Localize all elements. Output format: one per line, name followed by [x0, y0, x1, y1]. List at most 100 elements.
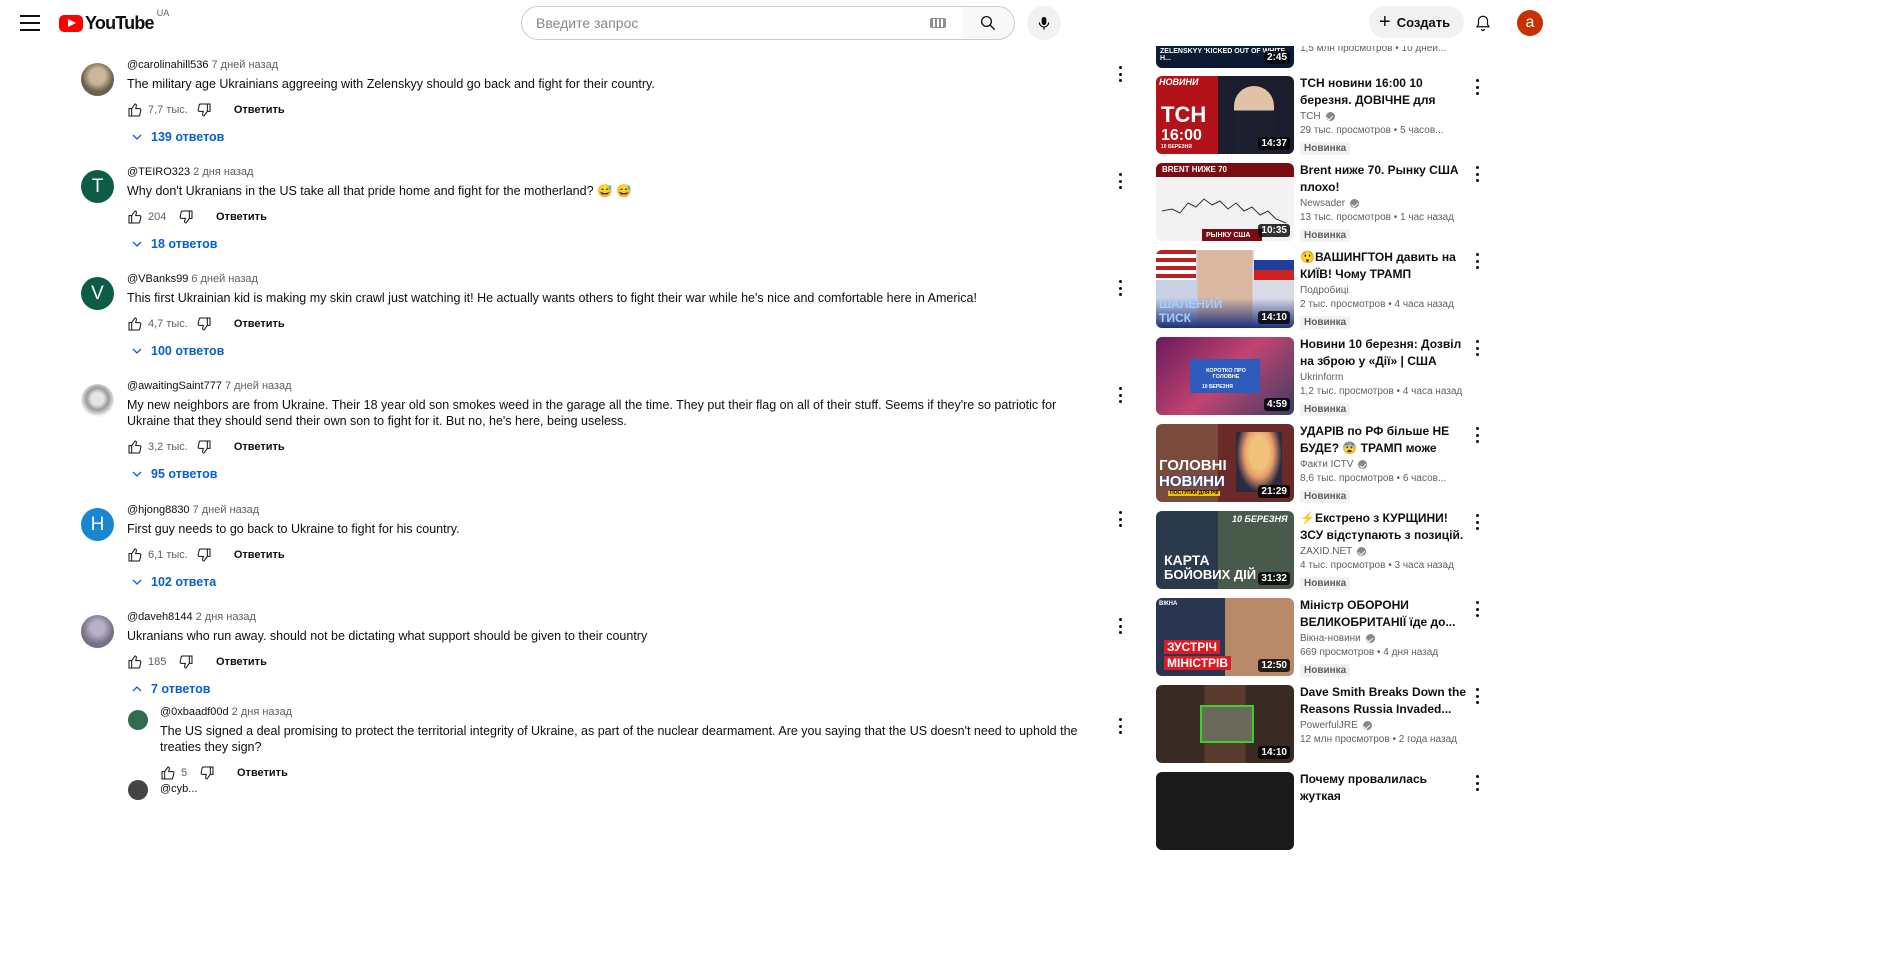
dislike-icon[interactable]	[178, 654, 194, 670]
comment-author[interactable]: @hjong8830	[127, 504, 190, 516]
comment-time[interactable]: 6 дней назад	[191, 273, 258, 285]
video-thumbnail[interactable]: 14:10	[1156, 685, 1294, 763]
related-video[interactable]: BRENT НИЖЕ 70 РЫНКУ США 10:35 Brent ниже…	[1156, 163, 1486, 243]
avatar[interactable]: H	[81, 508, 114, 541]
video-thumbnail[interactable]: BRENT НИЖЕ 70 РЫНКУ США 10:35	[1156, 163, 1294, 241]
video-title[interactable]: УДАРІВ по РФ більше НЕ БУДЕ? 😨 ТРАМП мож…	[1300, 423, 1470, 456]
video-thumbnail[interactable]: ВІКНА ЗУСТРІЧ МІНІСТРІВ 12:50	[1156, 598, 1294, 676]
related-video[interactable]: 10 БЕРЕЗНЯ КАРТА БОЙОВИХ ДІЙ 31:32 ⚡Екст…	[1156, 511, 1486, 591]
channel-name[interactable]: Подробиці	[1300, 284, 1349, 297]
search-input[interactable]	[536, 15, 930, 31]
channel-name[interactable]: ТСН	[1300, 110, 1321, 123]
avatar[interactable]: T	[81, 170, 114, 203]
more-actions-icon[interactable]	[1474, 427, 1480, 443]
avatar[interactable]	[81, 63, 114, 96]
related-video[interactable]: 14:10 Dave Smith Breaks Down the Reasons…	[1156, 685, 1486, 765]
related-video[interactable]: КОРОТКО ПРО ГОЛОВНЕ 10 БЕРЕЗНЯ 4:59 Нови…	[1156, 337, 1486, 417]
related-video[interactable]: Почему провалилась жуткая	[1156, 772, 1486, 852]
comment-author[interactable]: @daveh8144	[127, 611, 193, 623]
comment-time[interactable]: 7 дней назад	[193, 504, 260, 516]
video-thumbnail[interactable]: ГОЛОВНІ НОВИНИ ПОСТУПКИ ДЛЯ РФ 21:29	[1156, 424, 1294, 502]
notifications-button[interactable]	[1469, 9, 1497, 37]
video-title[interactable]: Новини 10 березня: Дозвіл на зброю у «Ді…	[1300, 336, 1470, 369]
video-title[interactable]: 😲ВАШИНГТОН давить на КИЇВ! Чому ТРАМП на…	[1300, 249, 1470, 282]
video-thumbnail[interactable]: 10 БЕРЕЗНЯ КАРТА БОЙОВИХ ДІЙ 31:32	[1156, 511, 1294, 589]
more-actions-icon[interactable]	[1117, 280, 1123, 296]
channel-name[interactable]: Ukrinform	[1300, 371, 1343, 384]
account-avatar[interactable]: a	[1517, 10, 1543, 36]
channel-name[interactable]: PowerfulJRE	[1300, 719, 1358, 732]
dislike-icon[interactable]	[196, 316, 212, 332]
more-actions-icon[interactable]	[1117, 511, 1123, 527]
avatar[interactable]	[128, 710, 148, 730]
search-button[interactable]	[962, 6, 1015, 40]
dislike-icon[interactable]	[196, 439, 212, 455]
view-replies-button[interactable]: 139 ответов	[131, 130, 1082, 144]
video-thumbnail[interactable]: НОВИНИ ТСН 16:00 10 БЕРЕЗНЯ 14:37	[1156, 76, 1294, 154]
keyboard-icon[interactable]	[930, 18, 946, 28]
dislike-icon[interactable]	[199, 765, 215, 781]
video-thumbnail[interactable]: КОРОТКО ПРО ГОЛОВНЕ 10 БЕРЕЗНЯ 4:59	[1156, 337, 1294, 415]
reply-button[interactable]: Ответить	[234, 318, 285, 330]
comment-author[interactable]: @VBanks99	[127, 273, 188, 285]
more-actions-icon[interactable]	[1474, 340, 1480, 356]
view-replies-button[interactable]: 18 ответов	[131, 237, 1082, 251]
more-actions-icon[interactable]	[1474, 514, 1480, 530]
view-replies-button[interactable]: 95 ответов	[131, 467, 1082, 481]
video-title[interactable]: Міністр ОБОРОНИ ВЕЛИКОБРИТАНІЇ їде до...	[1300, 597, 1470, 630]
more-actions-icon[interactable]	[1474, 166, 1480, 182]
youtube-logo[interactable]: YouTube UA	[59, 8, 169, 34]
video-thumbnail[interactable]	[1156, 772, 1294, 850]
comment-time[interactable]: 2 дня назад	[232, 706, 292, 718]
channel-name[interactable]: Факти ICTV	[1300, 458, 1353, 471]
reply-button[interactable]: Ответить	[237, 767, 288, 779]
more-actions-icon[interactable]	[1117, 173, 1123, 189]
like-icon[interactable]	[127, 102, 143, 118]
comment-time[interactable]: 2 дня назад	[193, 166, 253, 178]
video-title[interactable]: Почему провалилась жуткая	[1300, 771, 1470, 804]
comment-time[interactable]: 2 дня назад	[196, 611, 256, 623]
channel-name[interactable]: Newsader	[1300, 197, 1345, 210]
like-icon[interactable]	[127, 316, 143, 332]
related-video[interactable]: ГОЛОВНІ НОВИНИ ПОСТУПКИ ДЛЯ РФ 21:29 УДА…	[1156, 424, 1486, 504]
reply-button[interactable]: Ответить	[216, 211, 267, 223]
related-video[interactable]: ШАЛЕНИЙ ТИСК 14:10 😲ВАШИНГТОН давить на …	[1156, 250, 1486, 330]
more-actions-icon[interactable]	[1474, 79, 1480, 95]
video-thumbnail[interactable]: ШАЛЕНИЙ ТИСК 14:10	[1156, 250, 1294, 328]
comment-author[interactable]: @TEIRO323	[127, 166, 190, 178]
comment-time[interactable]: 7 дней назад	[212, 59, 279, 71]
create-button[interactable]: + Создать	[1369, 6, 1465, 38]
dislike-icon[interactable]	[196, 547, 212, 563]
comment-author[interactable]: @carolinahill536	[127, 59, 209, 71]
like-icon[interactable]	[160, 765, 176, 781]
like-icon[interactable]	[127, 547, 143, 563]
more-actions-icon[interactable]	[1474, 253, 1480, 269]
video-title[interactable]: Brent ниже 70. Рынку США плохо!	[1300, 162, 1470, 195]
comment-author[interactable]: @awaitingSaint777	[127, 380, 222, 392]
like-icon[interactable]	[127, 439, 143, 455]
more-actions-icon[interactable]	[1117, 387, 1123, 403]
like-icon[interactable]	[127, 654, 143, 670]
comment-author[interactable]: @cyb...	[160, 783, 197, 795]
reply-button[interactable]: Ответить	[234, 549, 285, 561]
menu-icon[interactable]	[19, 12, 41, 34]
more-actions-icon[interactable]	[1117, 66, 1123, 82]
view-replies-button[interactable]: 100 ответов	[131, 344, 1082, 358]
video-title[interactable]: ТСН новини 16:00 10 березня. ДОВІЧНЕ для…	[1300, 75, 1470, 108]
more-actions-icon[interactable]	[1117, 618, 1123, 634]
related-video[interactable]: ВІКНА ЗУСТРІЧ МІНІСТРІВ 12:50 Міністр ОБ…	[1156, 598, 1486, 678]
reply-button[interactable]: Ответить	[216, 656, 267, 668]
video-title[interactable]: Dave Smith Breaks Down the Reasons Russi…	[1300, 684, 1470, 717]
dislike-icon[interactable]	[178, 209, 194, 225]
more-actions-icon[interactable]	[1474, 775, 1480, 791]
like-icon[interactable]	[127, 209, 143, 225]
channel-name[interactable]: ZAXID.NET	[1300, 545, 1352, 558]
more-actions-icon[interactable]	[1117, 718, 1123, 734]
more-actions-icon[interactable]	[1474, 601, 1480, 617]
avatar[interactable]	[81, 384, 114, 417]
voice-search-button[interactable]	[1027, 6, 1061, 40]
channel-name[interactable]: Вікна-новини	[1300, 632, 1361, 645]
comment-author[interactable]: @0xbaadf00d	[160, 706, 229, 718]
avatar[interactable]	[81, 615, 114, 648]
related-video[interactable]: НОВИНИ ТСН 16:00 10 БЕРЕЗНЯ 14:37 ТСН но…	[1156, 76, 1486, 156]
